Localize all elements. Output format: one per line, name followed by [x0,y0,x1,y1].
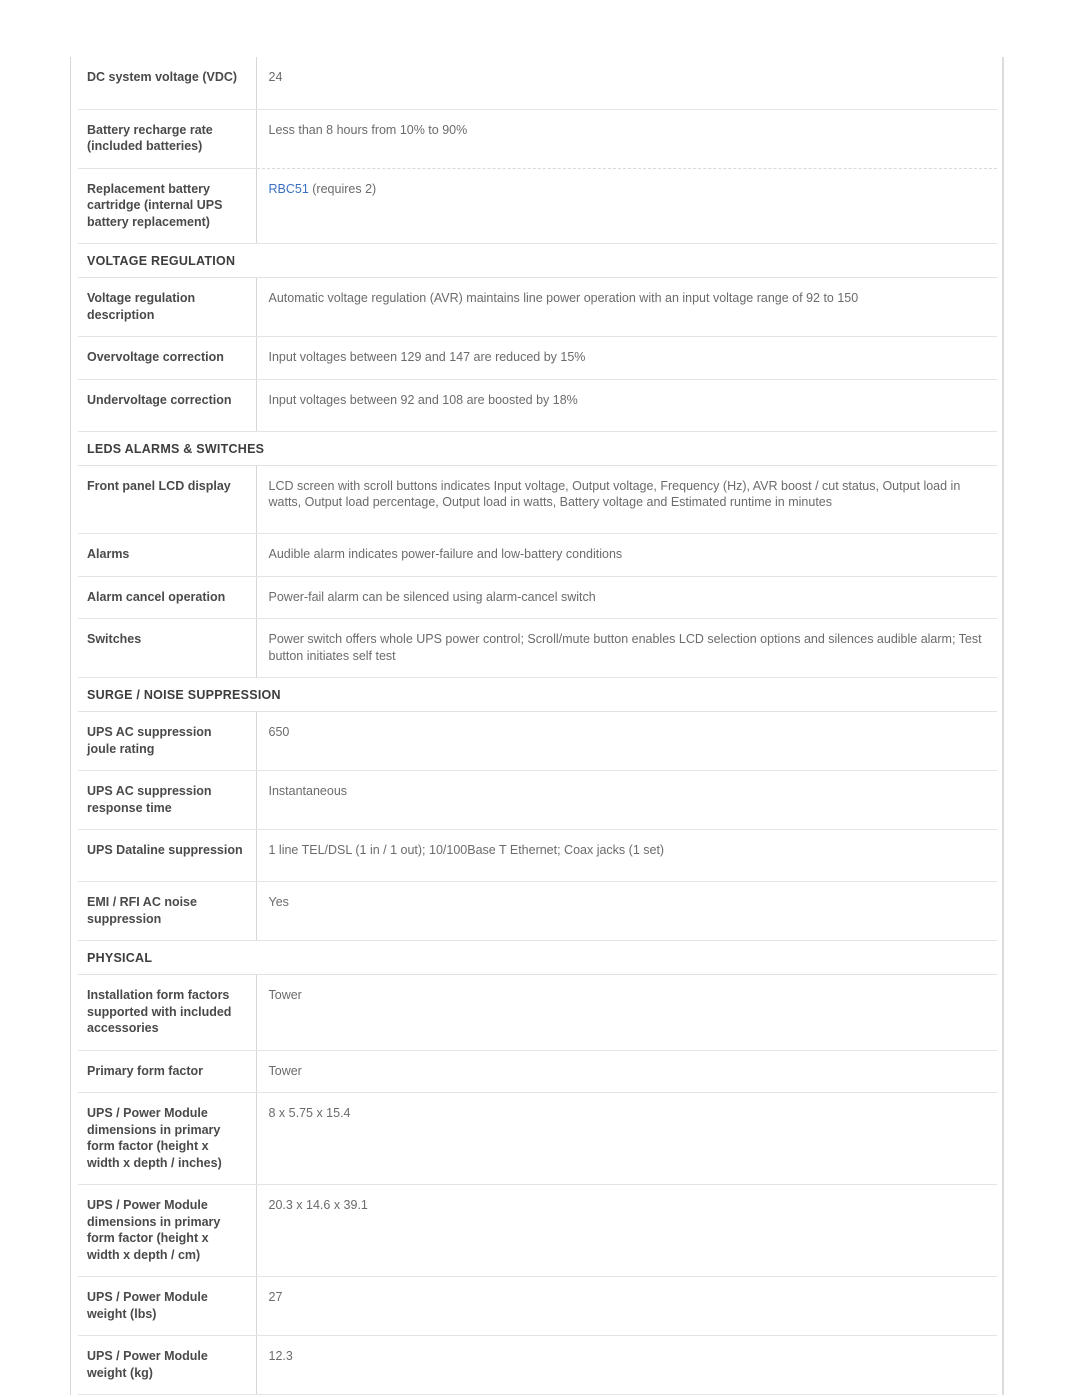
spec-value: Audible alarm indicates power-failure an… [256,533,997,577]
spec-label: Primary form factor [78,1050,257,1093]
spec-label: Front panel LCD display [78,465,257,534]
spec-value: Tower [256,975,997,1051]
spec-value: 1 line TEL/DSL (1 in / 1 out); 10/100Bas… [256,829,997,882]
section-header-cell: PHYSICAL [78,941,997,975]
specifications-table: DC system voltage (VDC) 24 Battery recharg… [78,57,997,1395]
specifications-page: DC system voltage (VDC) 24 Battery recharg… [0,0,1080,1397]
table-row: UPS / Power Module dimensions in primary… [78,1092,997,1185]
table-row: UPS Dataline suppression 1 line TEL/DSL (… [78,829,997,882]
spec-label: EMI / RFI AC noise suppression [78,881,257,941]
spec-value: 24 [256,57,997,110]
section-header-row: PHYSICAL [78,941,997,975]
spec-value: 8 x 5.75 x 15.4 [256,1092,997,1185]
spec-label: UPS / Power Module weight (kg) [78,1335,257,1395]
spec-value: Tower [256,1050,997,1093]
section-title: SURGE / NOISE SUPPRESSION [78,678,997,712]
spec-label: Alarms [78,533,257,577]
spec-label: UPS / Power Module dimensions in primary… [78,1092,257,1185]
spec-label: UPS Dataline suppression [78,829,257,882]
table-row: Voltage regulation description Automatic … [78,278,997,337]
section-title: LEDS ALARMS & SWITCHES [78,431,997,466]
spec-label: Switches [78,618,257,678]
spec-label: Installation form factors supported with… [78,975,257,1051]
spec-label: Overvoltage correction [78,336,257,380]
table-row: Overvoltage correction Input voltages bet… [78,336,997,380]
table-row: Undervoltage correction Input voltages be… [78,379,997,432]
table-row: Installation form factors supported with… [78,975,997,1051]
spec-value: Automatic voltage regulation (AVR) maint… [256,278,997,337]
section-header-row: LEDS ALARMS & SWITCHES [78,431,997,466]
section-header-cell: SURGE / NOISE SUPPRESSION [78,678,997,712]
section-header-row: SURGE / NOISE SUPPRESSION [78,678,997,712]
table-row: Alarms Audible alarm indicates power-fail… [78,533,997,577]
table-row: Replacement battery cartridge (internal … [78,168,997,244]
section-title: PHYSICAL [78,941,997,975]
spec-label: UPS AC suppression joule rating [78,712,257,771]
table-row: UPS / Power Module weight (kg) 12.3 [78,1335,997,1395]
table-row: EMI / RFI AC noise suppression Yes [78,881,997,941]
spec-value: Input voltages between 92 and 108 are bo… [256,379,997,432]
spec-label: Voltage regulation description [78,278,257,337]
spec-value: 650 [256,712,997,771]
specifications-container: DC system voltage (VDC) 24 Battery recharg… [70,57,1004,1395]
spec-value: Input voltages between 129 and 147 are r… [256,336,997,380]
table-row: UPS / Power Module dimensions in primary… [78,1184,997,1277]
section-header-row: VOLTAGE REGULATION [78,244,997,278]
spec-value: LCD screen with scroll buttons indicates… [256,465,997,534]
spec-label: Alarm cancel operation [78,576,257,619]
section-header-cell: VOLTAGE REGULATION [78,244,997,278]
spec-value: 27 [256,1276,997,1336]
replacement-battery-link[interactable]: RBC51 [269,182,309,196]
spec-label: UPS / Power Module weight (lbs) [78,1276,257,1336]
spec-value: Power-fail alarm can be silenced using a… [256,576,997,619]
spec-value: RBC51 (requires 2) [256,168,997,244]
table-row: Primary form factor Tower [78,1050,997,1093]
spec-value: Yes [256,881,997,941]
spec-label: UPS AC suppression response time [78,770,257,830]
table-row: UPS AC suppression joule rating 650 [78,712,997,771]
table-row: Alarm cancel operation Power-fail alarm c… [78,576,997,619]
table-row: UPS AC suppression response time Instanta… [78,770,997,830]
section-header-cell: LEDS ALARMS & SWITCHES [78,431,997,466]
spec-label: Undervoltage correction [78,379,257,432]
spec-value-suffix: (requires 2) [308,181,377,196]
table-row: Front panel LCD display LCD screen with s… [78,465,997,534]
spec-value: Less than 8 hours from 10% to 90% [256,109,997,169]
spec-value: Power switch offers whole UPS power cont… [256,618,997,678]
spec-value: 20.3 x 14.6 x 39.1 [256,1184,997,1277]
spec-value: 12.3 [256,1335,997,1395]
table-row: Switches Power switch offers whole UPS po… [78,618,997,678]
spec-value: Instantaneous [256,770,997,830]
spec-label: Replacement battery cartridge (internal … [78,168,257,244]
spec-label: Battery recharge rate (included batterie… [78,109,257,169]
table-row: Battery recharge rate (included batterie… [78,109,997,169]
table-row: DC system voltage (VDC) 24 [78,57,997,110]
section-title: VOLTAGE REGULATION [78,244,997,278]
spec-label: UPS / Power Module dimensions in primary… [78,1184,257,1277]
spec-label: DC system voltage (VDC) [78,57,257,110]
table-row: UPS / Power Module weight (lbs) 27 [78,1276,997,1336]
